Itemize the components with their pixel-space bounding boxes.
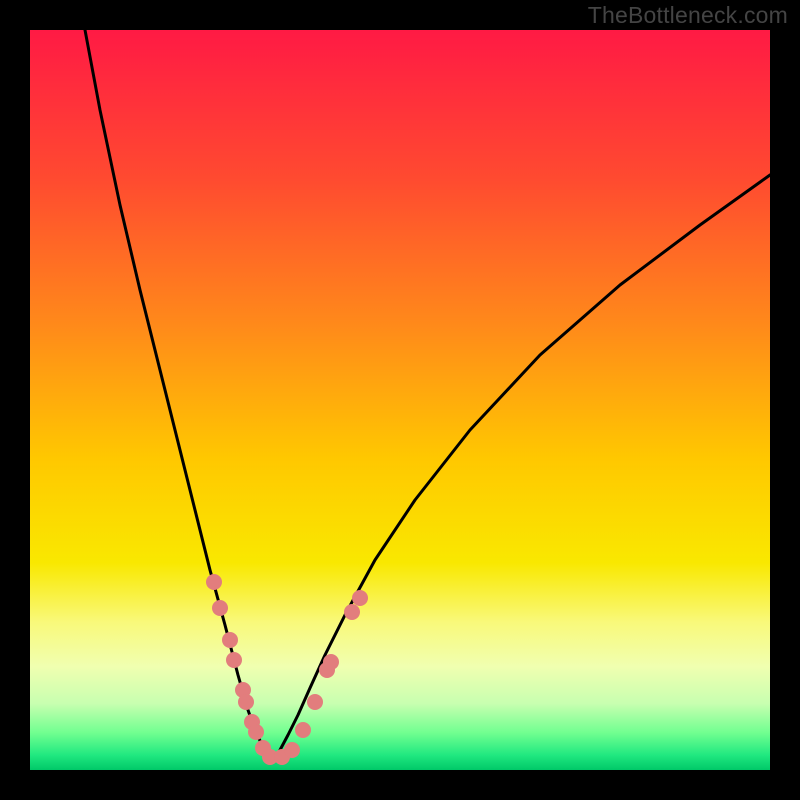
data-point — [248, 724, 264, 740]
data-point — [226, 652, 242, 668]
data-point — [206, 574, 222, 590]
curve-right-curve — [273, 175, 770, 760]
chart-frame: TheBottleneck.com — [0, 0, 800, 800]
data-point — [307, 694, 323, 710]
data-point — [238, 694, 254, 710]
data-point — [295, 722, 311, 738]
data-point — [344, 604, 360, 620]
watermark-text: TheBottleneck.com — [588, 2, 788, 29]
data-point — [323, 654, 339, 670]
line-series-group — [85, 30, 770, 760]
data-point — [212, 600, 228, 616]
plot-area — [30, 30, 770, 770]
curve-left-curve — [85, 30, 273, 760]
chart-svg — [30, 30, 770, 770]
data-point — [284, 742, 300, 758]
data-point — [222, 632, 238, 648]
data-point — [352, 590, 368, 606]
